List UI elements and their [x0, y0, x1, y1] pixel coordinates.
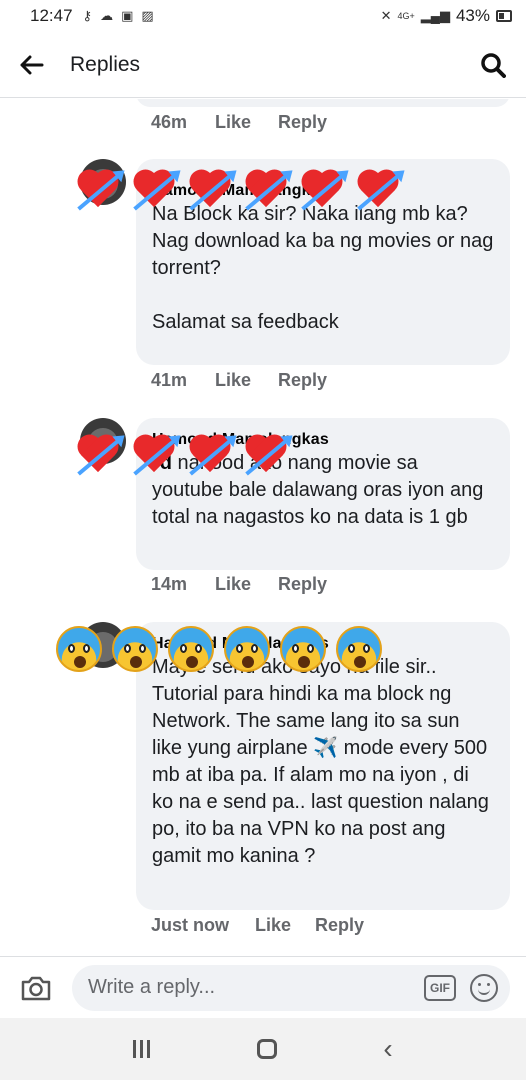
status-time: 12:47: [30, 6, 73, 25]
back-button[interactable]: [0, 32, 64, 98]
comment-actions: 46m Like Reply: [151, 112, 327, 133]
comment-actions: Just now Like Reply: [151, 915, 364, 936]
comment-bubble[interactable]: Hamoud Mamalangkas Na Block ka sir? Naka…: [136, 159, 510, 365]
avatar[interactable]: [80, 159, 126, 205]
header: Replies: [0, 32, 526, 98]
battery-icon: [496, 10, 512, 22]
reply-button[interactable]: Reply: [278, 112, 327, 133]
comment-bubble[interactable]: Hamoud Mamalangkas rd nanood ako nang mo…: [136, 418, 510, 570]
battery-percent: 43%: [455, 6, 490, 25]
comment-actions: 41m Like Reply: [151, 370, 327, 391]
comment-text: rd nanood ako nang movie sa youtube bale…: [152, 450, 494, 531]
recents-button[interactable]: [133, 1040, 151, 1058]
system-navigation-bar: ‹: [0, 1018, 526, 1080]
key-icon: ⚷: [82, 8, 93, 23]
reply-button[interactable]: Reply: [278, 574, 327, 595]
comment-text: Na Block ka sir? Naka ilang mb ka? Nag d…: [152, 203, 494, 333]
reply-input[interactable]: [88, 976, 424, 999]
camera-icon: [21, 976, 51, 1000]
page-title: Replies: [70, 52, 141, 76]
search-button[interactable]: [460, 32, 526, 98]
message-icon: ▣: [121, 8, 134, 23]
home-button[interactable]: [256, 1039, 277, 1059]
comment-author[interactable]: Hamoud Mamalangkas: [152, 181, 494, 201]
comment-author[interactable]: Hamoud Mamalangkas: [152, 430, 494, 450]
search-icon: [481, 52, 506, 78]
avatar[interactable]: [80, 622, 126, 668]
gif-button[interactable]: GIF: [424, 974, 456, 1001]
like-button[interactable]: Like: [215, 112, 278, 133]
like-button[interactable]: Like: [255, 915, 315, 936]
comment-bubble[interactable]: Hamoud Mamalangkas May e send ako sayo n…: [136, 622, 510, 910]
comment-time: 14m: [151, 574, 188, 594]
signal-icon: ▂▄▆: [420, 8, 450, 23]
image-icon: ▨: [141, 8, 154, 23]
like-button[interactable]: Like: [215, 370, 278, 391]
comment-text: May e send ako sayo na file sir.. Tutori…: [152, 656, 495, 867]
comment-actions: 14m Like Reply: [151, 574, 327, 595]
reply-composer: GIF: [0, 956, 526, 1018]
reply-mention[interactable]: rd: [152, 452, 172, 474]
network-type: 4G+: [397, 11, 415, 21]
comment-text-body: nanood ako nang movie sa youtube bale da…: [152, 452, 489, 528]
status-notification-icons: ⚷ ☁ ▣ ▨: [83, 8, 154, 24]
emoji-icon[interactable]: [470, 973, 498, 1002]
reply-button[interactable]: Reply: [278, 370, 327, 391]
reply-input-container[interactable]: GIF: [72, 964, 510, 1011]
reply-button[interactable]: Reply: [315, 915, 364, 936]
replies-feed[interactable]: 46m Like Reply Hamoud Mamalangkas Na Blo…: [0, 99, 526, 956]
status-right-icons: ✕ 4G+ ▂▄▆ 43%: [381, 6, 512, 26]
avatar[interactable]: [80, 418, 126, 464]
comment-author[interactable]: Hamoud Mamalangkas: [152, 634, 494, 654]
status-bar: 12:47 ⚷ ☁ ▣ ▨ ✕ 4G+ ▂▄▆ 43%: [0, 0, 526, 32]
comment-time: Just now: [151, 915, 230, 935]
like-button[interactable]: Like: [215, 574, 278, 595]
camera-button[interactable]: [0, 957, 72, 1019]
arrow-left-icon: [20, 55, 44, 74]
system-back-button[interactable]: ‹: [383, 1033, 392, 1065]
previous-comment-bubble: [136, 99, 510, 107]
comment-time: 41m: [151, 370, 188, 390]
comment-time: 46m: [151, 112, 188, 132]
cloud-icon: ☁: [100, 8, 114, 23]
mute-icon: ✕: [380, 8, 392, 23]
